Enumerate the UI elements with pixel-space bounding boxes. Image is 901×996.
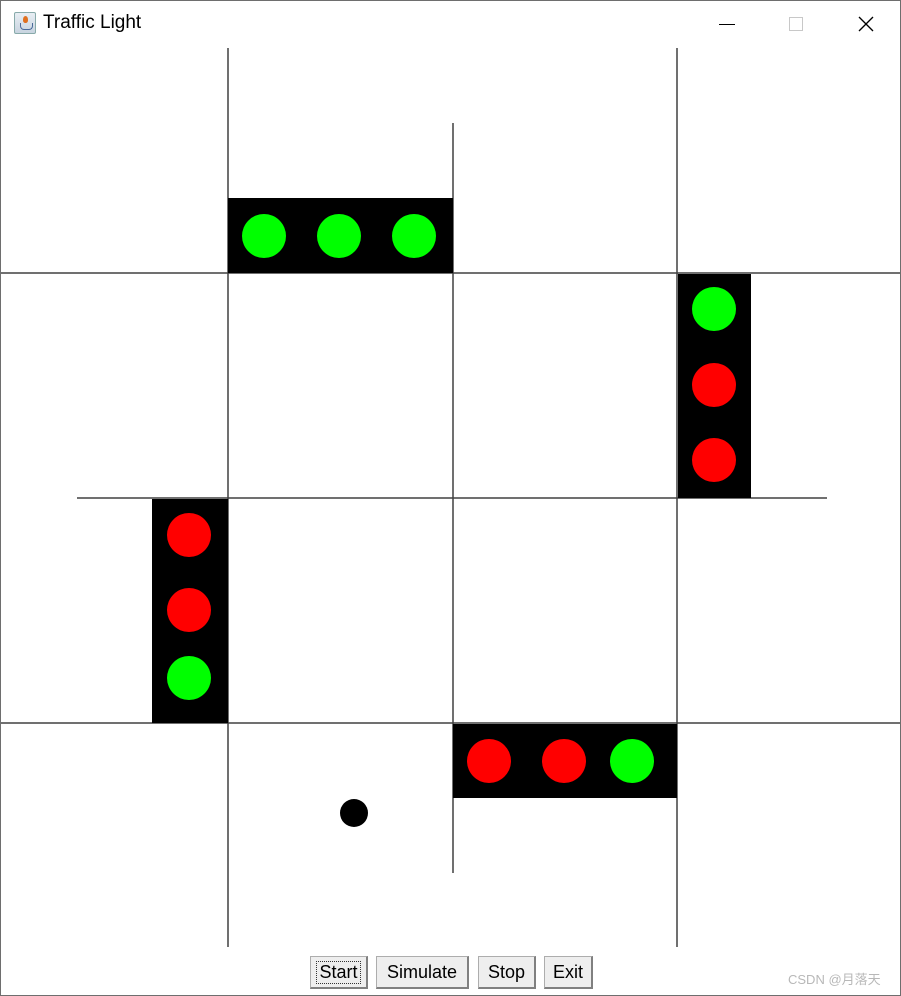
start-button-label: Start — [316, 960, 361, 984]
lamp-red — [167, 588, 211, 632]
lamp-red — [542, 739, 586, 783]
traffic-light-east — [678, 274, 751, 498]
close-icon — [858, 16, 874, 32]
lamp-green — [610, 739, 654, 783]
maximize-button[interactable] — [762, 1, 830, 47]
watermark: CSDN @月落天 — [788, 972, 881, 987]
window-title: Traffic Light — [43, 12, 142, 33]
lamp-green — [392, 214, 436, 258]
minimize-button[interactable] — [693, 1, 761, 47]
traffic-light-south — [453, 724, 677, 798]
lamp-green — [692, 287, 736, 331]
java-app-icon — [14, 12, 36, 34]
road-lines — [1, 48, 900, 947]
lamp-green — [242, 214, 286, 258]
car — [340, 799, 368, 827]
lamp-red — [692, 363, 736, 407]
start-button[interactable]: Start — [310, 956, 368, 989]
lamp-green — [167, 656, 211, 700]
lamp-red — [167, 513, 211, 557]
lamp-green — [317, 214, 361, 258]
traffic-light-west — [152, 499, 228, 723]
minimize-icon — [719, 23, 735, 25]
control-toolbar: Start Simulate Stop Exit — [1, 956, 900, 990]
close-button[interactable] — [832, 1, 900, 47]
title-bar[interactable]: Traffic Light — [1, 1, 900, 47]
intersection-canvas — [1, 47, 900, 949]
lamp-red — [467, 739, 511, 783]
stop-button[interactable]: Stop — [478, 956, 536, 989]
maximize-icon — [789, 17, 803, 31]
exit-button[interactable]: Exit — [544, 956, 593, 989]
lamp-red — [692, 438, 736, 482]
intersection-drawing — [1, 48, 900, 947]
traffic-light-north — [228, 198, 453, 273]
app-window: Traffic Light Start Simulate Stop Exit C… — [0, 0, 901, 996]
simulate-button[interactable]: Simulate — [376, 956, 469, 989]
